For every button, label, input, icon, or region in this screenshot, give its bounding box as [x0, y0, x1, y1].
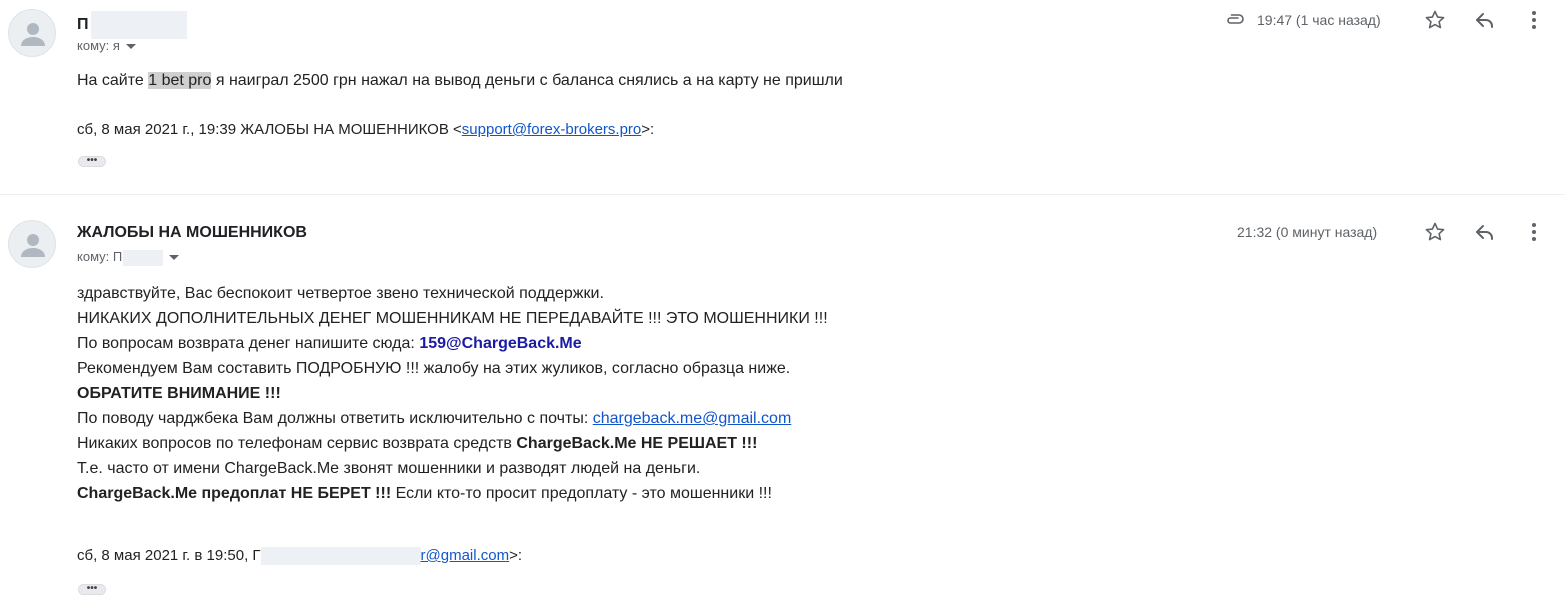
body-line: Т.е. часто от имени ChargeBack.Me звонят… [77, 460, 701, 477]
message-1: П кому: я 19:47 (1 час назад) На сайте 1… [0, 0, 1565, 195]
ellipsis-icon[interactable]: ••• [78, 584, 106, 595]
quote-email-link[interactable]: r@gmail.com [421, 547, 510, 564]
avatar-icon[interactable] [8, 220, 56, 268]
message-timestamp: 19:47 (1 час назад) [1257, 12, 1381, 28]
refund-email[interactable]: 159@ChargeBack.Me [419, 335, 581, 352]
reply-icon[interactable] [1473, 8, 1497, 32]
body-line: ОБРАТИТЕ ВНИМАНИЕ !!! [77, 385, 281, 402]
body-line: Никаких вопросов по телефонам сервис воз… [77, 435, 758, 452]
reply-icon[interactable] [1473, 220, 1497, 244]
body-line: По поводу чарджбека Вам должны ответить … [77, 410, 792, 427]
chargeback-email-link[interactable]: chargeback.me@gmail.com [593, 410, 792, 427]
sender-name: П [77, 11, 187, 39]
message-body: здравствуйте, Вас беспокоит четвертое зв… [77, 281, 828, 506]
star-icon[interactable] [1423, 220, 1447, 244]
ellipsis-icon[interactable]: ••• [78, 156, 106, 167]
body-line: здравствуйте, Вас беспокоит четвертое зв… [77, 285, 604, 302]
message-body: На сайте 1 bet pro я наиграл 2500 грн на… [77, 72, 843, 89]
recipient-line[interactable]: кому: я [77, 38, 136, 53]
body-line: ChargeBack.Me предоплат НЕ БЕРЕТ !!! Есл… [77, 485, 772, 502]
quote-header: сб, 8 мая 2021 г., 19:39 ЖАЛОБЫ НА МОШЕН… [77, 121, 655, 138]
more-vert-icon[interactable] [1522, 220, 1546, 244]
message-timestamp: 21:32 (0 минут назад) [1237, 224, 1378, 240]
body-line: Рекомендуем Вам составить ПОДРОБНУЮ !!! … [77, 360, 791, 377]
sender-name: ЖАЛОБЫ НА МОШЕННИКОВ [77, 224, 307, 241]
body-line: По вопросам возврата денег напишите сюда… [77, 335, 582, 352]
avatar-icon[interactable] [8, 9, 56, 57]
quote-header: сб, 8 мая 2021 г. в 19:50, Гr@gmail.com>… [77, 547, 523, 566]
caret-down-icon[interactable] [169, 255, 180, 261]
redacted-block [123, 249, 164, 266]
message-2: ЖАЛОБЫ НА МОШЕННИКОВ кому: П 21:32 (0 ми… [0, 195, 1565, 607]
redacted-block [260, 547, 421, 566]
paperclip-icon [1223, 8, 1247, 32]
redacted-block [90, 11, 187, 39]
star-icon[interactable] [1423, 8, 1447, 32]
more-vert-icon[interactable] [1522, 8, 1546, 32]
quote-email-link[interactable]: support@forex-brokers.pro [462, 121, 641, 138]
body-line: НИКАКИХ ДОПОЛНИТЕЛЬНЫХ ДЕНЕГ МОШЕННИКАМ … [77, 310, 828, 327]
caret-down-icon[interactable] [125, 44, 136, 50]
recipient-line[interactable]: кому: П [77, 249, 180, 266]
highlighted-text: 1 bet pro [148, 72, 212, 89]
